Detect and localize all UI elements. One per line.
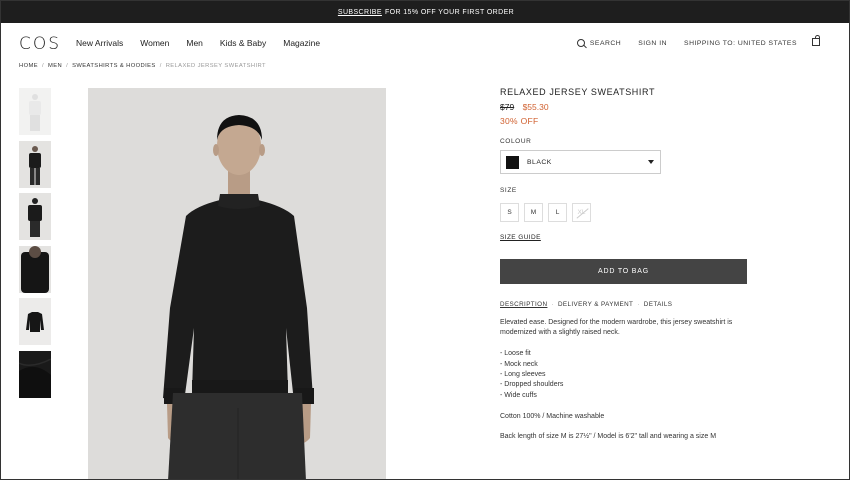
nav-item-men[interactable]: Men	[186, 38, 203, 48]
size-option-s[interactable]: S	[500, 203, 519, 222]
feature-list: - Loose fit - Mock neck - Long sleeves -…	[500, 349, 750, 401]
product-title: RELAXED JERSEY SWEATSHIRT	[500, 87, 760, 97]
logo[interactable]: COS	[19, 34, 61, 54]
nav-item-magazine[interactable]: Magazine	[283, 38, 320, 48]
nav-item-women[interactable]: Women	[140, 38, 169, 48]
tab-delivery-payment[interactable]: DELIVERY & PAYMENT	[558, 301, 633, 308]
main-nav: New Arrivals Women Men Kids & Baby Magaz…	[76, 38, 320, 48]
thumbnail-4[interactable]	[19, 246, 51, 293]
colour-value: BLACK	[527, 159, 552, 166]
info-tabs: DESCRIPTION · DELIVERY & PAYMENT · DETAI…	[500, 301, 672, 308]
feature-item: - Loose fit	[500, 349, 750, 359]
product-info: RELAXED JERSEY SWEATSHIRT $79 $55.30 30%…	[500, 87, 760, 126]
breadcrumb-men[interactable]: MEN	[48, 63, 62, 69]
bag-icon[interactable]	[812, 38, 820, 46]
size-selector: S M L XL	[500, 203, 591, 222]
product-main-image[interactable]	[88, 88, 386, 480]
breadcrumb: HOME / MEN / SWEATSHIRTS & HOODIES / REL…	[19, 63, 266, 69]
sale-price: $55.30	[523, 102, 549, 112]
size-option-l[interactable]: L	[548, 203, 567, 222]
product-description: Elevated ease. Designed for the modern w…	[500, 318, 750, 453]
breadcrumb-home[interactable]: HOME	[19, 63, 38, 69]
original-price: $79	[500, 102, 514, 112]
size-label: SIZE	[500, 187, 517, 194]
size-guide-link[interactable]: SIZE GUIDE	[500, 234, 541, 241]
sign-in-link[interactable]: SIGN IN	[638, 40, 667, 47]
breadcrumb-separator: /	[160, 63, 162, 69]
tab-separator: ·	[551, 301, 554, 308]
model-front-image	[19, 141, 51, 188]
fit-note: Back length of size M is 27½" / Model is…	[500, 432, 750, 442]
feature-item: - Wide cuffs	[500, 391, 750, 401]
page: SUBSCRIBE FOR 15% OFF YOUR FIRST ORDER C…	[0, 0, 850, 480]
fabric-detail-image	[19, 351, 51, 398]
caret-down-icon	[648, 160, 654, 164]
add-to-bag-button[interactable]: ADD TO BAG	[500, 259, 747, 284]
breadcrumb-sweatshirts[interactable]: SWEATSHIRTS & HOODIES	[72, 63, 156, 69]
flat-product-image	[19, 298, 51, 345]
colour-label: COLOUR	[500, 138, 531, 145]
promo-text: FOR 15% OFF YOUR FIRST ORDER	[385, 9, 514, 16]
model-back-image	[19, 193, 51, 240]
search-label: SEARCH	[590, 40, 621, 47]
promo-bar: SUBSCRIBE FOR 15% OFF YOUR FIRST ORDER	[1, 1, 850, 23]
model-front-light-image	[19, 88, 51, 135]
breadcrumb-separator: /	[66, 63, 68, 69]
feature-item: - Dropped shoulders	[500, 380, 750, 390]
tab-separator: ·	[637, 301, 640, 308]
thumbnail-6[interactable]	[19, 351, 51, 398]
utility-nav: SEARCH SIGN IN SHIPPING TO: UNITED STATE…	[577, 39, 797, 47]
model-wearing-sweatshirt-image	[88, 88, 386, 480]
breadcrumb-separator: /	[42, 63, 44, 69]
site-header: COS New Arrivals Women Men Kids & Baby M…	[1, 23, 850, 63]
thumbnail-5[interactable]	[19, 298, 51, 345]
thumbnail-gallery	[19, 88, 51, 403]
thumbnail-2[interactable]	[19, 141, 51, 188]
discount-label: 30% OFF	[500, 116, 760, 126]
description-text: Elevated ease. Designed for the modern w…	[500, 318, 750, 339]
tab-details[interactable]: DETAILS	[644, 301, 673, 308]
thumbnail-1[interactable]	[19, 88, 51, 135]
search-button[interactable]: SEARCH	[577, 39, 621, 47]
price: $79 $55.30	[500, 102, 760, 112]
nav-item-kids-baby[interactable]: Kids & Baby	[220, 38, 266, 48]
feature-item: - Mock neck	[500, 360, 750, 370]
nav-item-new-arrivals[interactable]: New Arrivals	[76, 38, 123, 48]
breadcrumb-current: RELAXED JERSEY SWEATSHIRT	[166, 63, 266, 69]
size-option-m[interactable]: M	[524, 203, 543, 222]
material-text: Cotton 100% / Machine washable	[500, 412, 750, 422]
tab-description[interactable]: DESCRIPTION	[500, 301, 547, 308]
size-option-xl[interactable]: XL	[572, 203, 591, 222]
colour-swatch	[506, 156, 519, 169]
subscribe-link[interactable]: SUBSCRIBE	[338, 9, 382, 16]
thumbnail-3[interactable]	[19, 193, 51, 240]
shipping-selector[interactable]: SHIPPING TO: UNITED STATES	[684, 40, 797, 47]
search-icon	[577, 39, 585, 47]
colour-dropdown[interactable]: BLACK	[500, 150, 661, 174]
model-closeup-image	[19, 246, 51, 293]
feature-item: - Long sleeves	[500, 370, 750, 380]
